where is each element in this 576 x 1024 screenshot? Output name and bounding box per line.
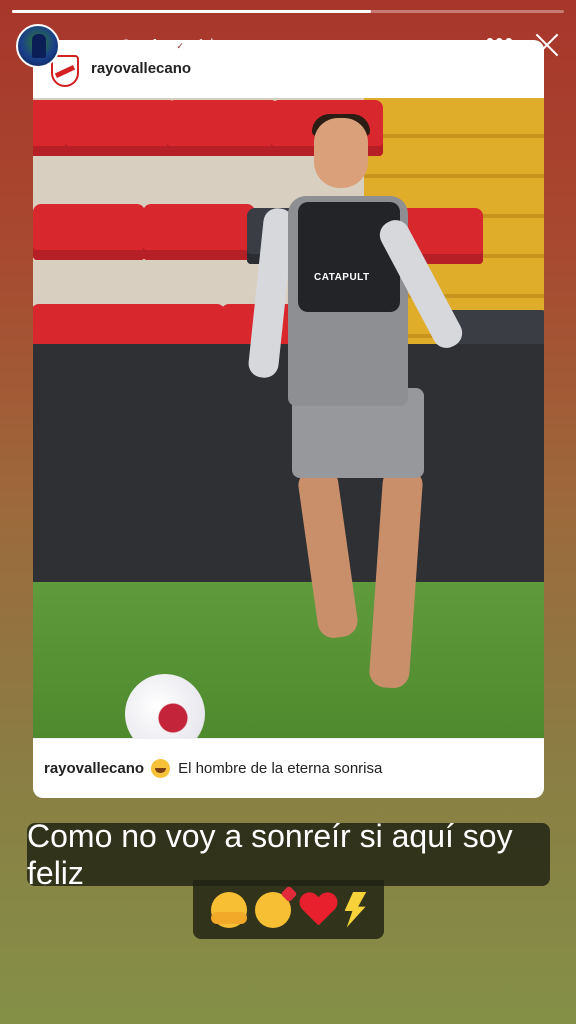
- emoji-sticker: [193, 880, 384, 939]
- author-avatar[interactable]: [16, 24, 60, 68]
- close-icon[interactable]: [532, 30, 562, 60]
- player-figure: CATAPULT: [247, 114, 468, 690]
- story-timestamp: 1 h: [196, 37, 219, 54]
- story-progress-fill: [12, 10, 371, 13]
- caption-username[interactable]: rayovallecano: [44, 760, 144, 777]
- stadium-seat: [33, 204, 145, 260]
- shared-post-card[interactable]: rayovallecano CATAPULT rayovallecano El …: [33, 40, 544, 798]
- stadium-seat: [143, 204, 255, 260]
- story-header: oscar8trejo ✓ 1 h •••: [16, 24, 560, 68]
- training-vest: CATAPULT: [298, 202, 400, 312]
- grinning-face-icon: [151, 759, 171, 778]
- shared-post-caption: rayovallecano El hombre de la eterna son…: [33, 738, 544, 798]
- smiling-face-with-hearts-icon: [254, 891, 291, 928]
- shared-post-photo: CATAPULT: [33, 98, 544, 738]
- text-sticker: Como no voy a sonreír si aquí soy feliz: [27, 818, 550, 891]
- stadium-seat: [65, 100, 177, 156]
- verified-badge-icon: ✓: [173, 39, 187, 53]
- author-username[interactable]: oscar8trejo: [76, 36, 168, 56]
- player-leg: [368, 466, 424, 690]
- player-leg: [296, 466, 360, 640]
- caption-text: El hombre de la eterna sonrisa: [178, 760, 383, 777]
- story-progress-track: [12, 10, 564, 13]
- high-voltage-icon: [344, 891, 367, 928]
- red-heart-icon: [299, 893, 337, 927]
- avatar-figure: [32, 34, 46, 58]
- hugging-face-icon: [210, 891, 247, 928]
- more-options-button[interactable]: •••: [486, 30, 514, 54]
- player-head: [314, 118, 368, 188]
- vest-sponsor: CATAPULT: [314, 272, 370, 283]
